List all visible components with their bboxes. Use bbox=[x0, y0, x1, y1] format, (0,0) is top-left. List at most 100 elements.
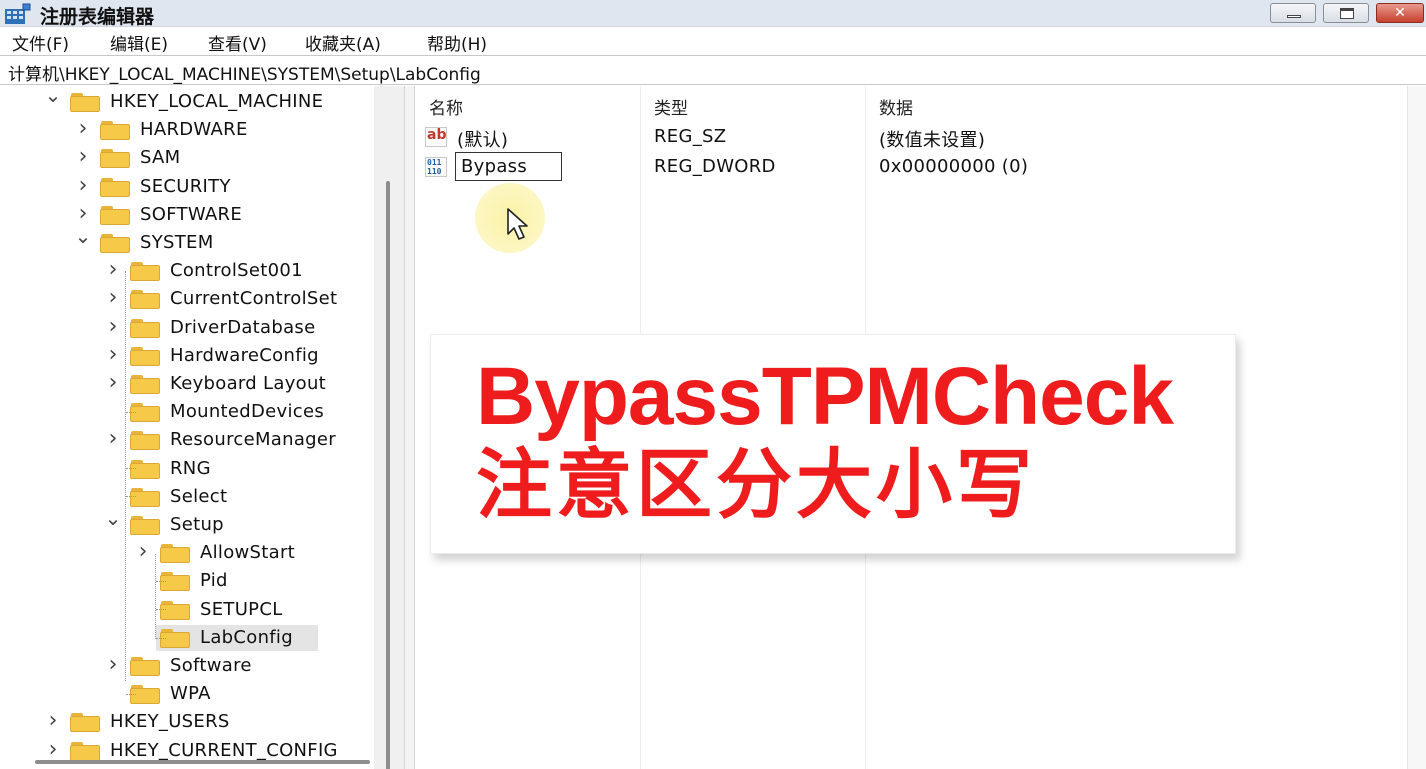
tree-connector bbox=[125, 271, 126, 681]
tree-item-label: WPA bbox=[170, 683, 211, 704]
tree-item[interactable]: › ResourceManager bbox=[0, 427, 372, 453]
chevron-right-icon[interactable]: › bbox=[74, 175, 92, 197]
menu-favorites[interactable]: 收藏夹(A) bbox=[305, 30, 381, 55]
tree-horizontal-scroll-thumb[interactable] bbox=[35, 760, 370, 764]
tree-item[interactable]: ⌄ Setup bbox=[0, 508, 372, 538]
chevron-right-icon[interactable]: › bbox=[104, 428, 122, 450]
tree-item-label: RNG bbox=[170, 458, 211, 479]
registry-editor-icon bbox=[5, 3, 31, 24]
tree-item[interactable]: › AllowStart bbox=[0, 540, 372, 566]
tree-item[interactable]: › Software bbox=[0, 653, 372, 679]
tree-item[interactable]: › SAM bbox=[0, 145, 372, 171]
tree-connector bbox=[126, 694, 136, 695]
folder-icon bbox=[130, 346, 160, 366]
tree-item-label: ResourceManager bbox=[170, 429, 336, 450]
tree-connector bbox=[156, 638, 166, 639]
chevron-right-icon[interactable]: › bbox=[104, 259, 122, 281]
tree-item-label: DriverDatabase bbox=[170, 317, 316, 338]
chevron-down-icon[interactable]: ⌄ bbox=[74, 226, 92, 246]
chevron-right-icon[interactable]: › bbox=[44, 739, 62, 761]
menu-help[interactable]: 帮助(H) bbox=[427, 30, 487, 55]
tree-item-label: Select bbox=[170, 486, 228, 507]
chevron-right-icon[interactable]: › bbox=[104, 316, 122, 338]
folder-icon bbox=[130, 515, 160, 535]
chevron-right-icon[interactable]: › bbox=[74, 203, 92, 225]
tree-scroll-thumb[interactable] bbox=[386, 181, 390, 769]
tree-item[interactable]: ⌄ HKEY_LOCAL_MACHINE bbox=[0, 86, 372, 115]
value-data: (数值未设置) bbox=[879, 130, 986, 151]
tree-item-label: SOFTWARE bbox=[140, 204, 243, 225]
tree-item[interactable]: Select bbox=[0, 484, 372, 510]
chevron-down-icon[interactable]: ⌄ bbox=[104, 508, 122, 528]
tree-item[interactable]: Pid bbox=[0, 568, 372, 594]
value-row-bypass[interactable]: 011 110 REG_DWORD 0x00000000 (0) bbox=[415, 152, 1405, 182]
chevron-down-icon[interactable]: ⌄ bbox=[44, 86, 62, 105]
rename-field[interactable] bbox=[455, 152, 562, 181]
tree-item[interactable]: › DriverDatabase bbox=[0, 315, 372, 341]
tree-item-label: HKEY_LOCAL_MACHINE bbox=[110, 91, 324, 112]
value-row-default[interactable]: ab (默认) REG_SZ (数值未设置) bbox=[415, 122, 1405, 152]
rename-input[interactable] bbox=[456, 153, 561, 180]
chevron-right-icon[interactable]: › bbox=[44, 710, 62, 732]
chevron-right-icon[interactable]: › bbox=[104, 344, 122, 366]
chevron-right-icon[interactable]: › bbox=[74, 146, 92, 168]
chevron-right-icon[interactable]: › bbox=[104, 654, 122, 676]
tree-connector bbox=[126, 468, 136, 469]
close-icon: ✕ bbox=[1394, 5, 1406, 21]
column-header-data[interactable]: 数据 bbox=[879, 86, 913, 120]
tree-item[interactable]: › SOFTWARE bbox=[0, 202, 372, 228]
tree-item-label: HardwareConfig bbox=[170, 345, 319, 366]
tree-item[interactable]: › HKEY_USERS bbox=[0, 709, 372, 735]
folder-icon bbox=[100, 233, 130, 253]
tree-connector bbox=[156, 581, 166, 582]
annotation-value-name: BypassTPMCheck bbox=[476, 351, 1174, 442]
tree-item[interactable]: RNG bbox=[0, 456, 372, 482]
column-header-type[interactable]: 类型 bbox=[654, 86, 688, 120]
list-vertical-scrollbar[interactable] bbox=[1407, 86, 1426, 769]
menu-view[interactable]: 查看(V) bbox=[208, 30, 267, 55]
tree-item[interactable]: ⌄ SYSTEM bbox=[0, 226, 372, 256]
tree-item[interactable]: › CurrentControlSet bbox=[0, 286, 372, 312]
tree-item[interactable]: LabConfig bbox=[0, 625, 372, 651]
folder-icon bbox=[160, 600, 190, 620]
value-data: 0x00000000 (0) bbox=[879, 156, 1029, 177]
pane-splitter[interactable] bbox=[405, 86, 415, 769]
maximize-button[interactable] bbox=[1323, 3, 1369, 23]
folder-icon bbox=[70, 712, 100, 732]
address-path[interactable]: 计算机\HKEY_LOCAL_MACHINE\SYSTEM\Setup\LabC… bbox=[8, 60, 481, 85]
tree-item[interactable]: › Keyboard Layout bbox=[0, 371, 372, 397]
chevron-right-icon[interactable]: › bbox=[104, 372, 122, 394]
tree-item[interactable]: SETUPCL bbox=[0, 597, 372, 623]
tree-connector bbox=[155, 554, 156, 639]
minimize-button[interactable] bbox=[1270, 3, 1316, 23]
chevron-right-icon[interactable]: › bbox=[134, 541, 152, 563]
close-button[interactable]: ✕ bbox=[1376, 3, 1424, 23]
address-bar[interactable]: 计算机\HKEY_LOCAL_MACHINE\SYSTEM\Setup\LabC… bbox=[0, 55, 1426, 85]
tree-item-label: MountedDevices bbox=[170, 401, 325, 422]
folder-icon bbox=[100, 120, 130, 140]
folder-icon bbox=[70, 92, 100, 112]
column-header-name[interactable]: 名称 bbox=[429, 86, 463, 120]
chevron-right-icon[interactable]: › bbox=[104, 287, 122, 309]
tree-item[interactable]: › ControlSet001 bbox=[0, 258, 372, 284]
tree-item[interactable]: › HardwareConfig bbox=[0, 343, 372, 369]
tree-item[interactable]: › SECURITY bbox=[0, 174, 372, 200]
tree-item[interactable]: › HARDWARE bbox=[0, 117, 372, 143]
chevron-right-icon[interactable]: › bbox=[74, 118, 92, 140]
folder-icon bbox=[130, 487, 160, 507]
tree-item-label: Setup bbox=[170, 514, 224, 535]
folder-icon bbox=[100, 205, 130, 225]
menu-bar: 文件(F) 编辑(E) 查看(V) 收藏夹(A) 帮助(H) bbox=[0, 27, 1426, 55]
tree-item-label: HKEY_CURRENT_CONFIG bbox=[110, 740, 338, 761]
menu-edit[interactable]: 编辑(E) bbox=[110, 30, 168, 55]
tree-connector bbox=[126, 412, 136, 413]
tree-item-label: SETUPCL bbox=[200, 599, 283, 620]
binary-value-icon: 011 110 bbox=[425, 157, 447, 177]
tree-item-label: Software bbox=[170, 655, 252, 676]
minimize-icon bbox=[1287, 15, 1301, 18]
tree-item[interactable]: MountedDevices bbox=[0, 399, 372, 425]
menu-file[interactable]: 文件(F) bbox=[12, 30, 69, 55]
tree-item-label: CurrentControlSet bbox=[170, 288, 338, 309]
value-name: (默认) bbox=[457, 130, 509, 151]
tree-item[interactable]: WPA bbox=[0, 681, 372, 707]
